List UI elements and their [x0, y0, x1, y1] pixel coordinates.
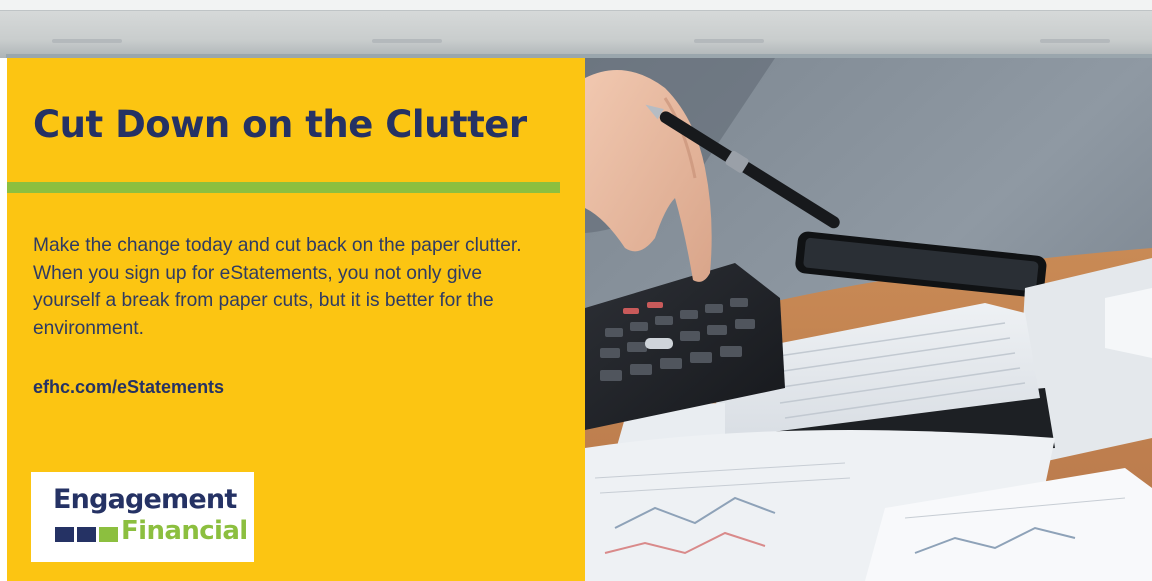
logo-square: [99, 527, 118, 542]
promo-body: Make the change today and cut back on th…: [33, 235, 522, 339]
logo-square: [55, 527, 74, 542]
logo-squares-icon: [55, 527, 121, 542]
top-border-line: [0, 10, 1152, 11]
blurred-nav-mark: [694, 39, 764, 43]
logo-wordmark-line2: Financial: [121, 516, 248, 546]
blurred-nav-mark: [372, 39, 442, 43]
blurred-nav-mark: [52, 39, 122, 43]
logo-wordmark-line1: Engagement: [53, 484, 237, 515]
photo-illustration: [585, 58, 1152, 581]
green-divider: [7, 182, 560, 193]
estatements-link[interactable]: efhc.com/eStatements: [33, 377, 224, 398]
top-blurred-strip: [0, 0, 1152, 58]
promo-headline: Cut Down on the Clutter: [33, 103, 527, 146]
calculator-paperwork-photo: [585, 58, 1152, 581]
logo-square: [77, 527, 96, 542]
promo-panel: Cut Down on the Clutter Make the change …: [7, 58, 585, 581]
blurred-nav-mark: [1040, 39, 1110, 43]
engagement-financial-logo[interactable]: Engagement Financial: [31, 472, 254, 562]
